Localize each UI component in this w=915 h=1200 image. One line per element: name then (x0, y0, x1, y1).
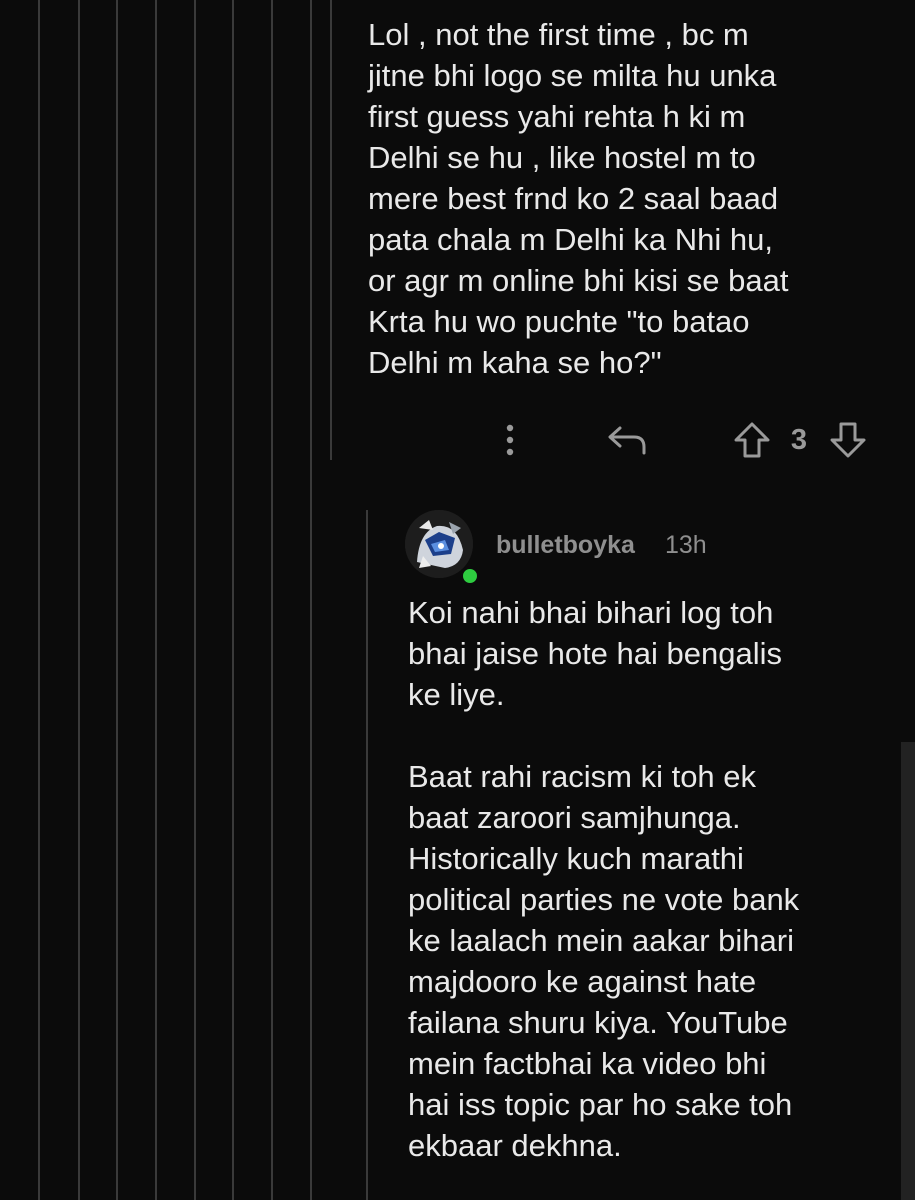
username[interactable]: bulletboyka (496, 531, 635, 560)
thread-line-3 (116, 0, 118, 1200)
reply-body: Koi nahi bhai bihari log toh bhai jaise … (408, 592, 888, 1166)
thread-line-4 (155, 0, 157, 1200)
upvote-button[interactable] (730, 415, 774, 465)
downvote-button[interactable] (826, 415, 870, 465)
thread-line-6 (232, 0, 234, 1200)
reply-paragraph: Koi nahi bhai bihari log toh bhai jaise … (408, 595, 782, 712)
thread-line-1 (38, 0, 40, 1200)
thread-line-5 (194, 0, 196, 1200)
more-options-button[interactable] (490, 415, 530, 465)
downvote-arrow-icon (830, 422, 866, 458)
thread-line-7 (271, 0, 273, 1200)
comment-body: Lol , not the first time , bc m jitne bh… (368, 17, 789, 380)
reply-arrow-icon (608, 426, 646, 455)
reply-thread-line[interactable] (366, 510, 368, 1200)
scroll-edge (901, 742, 915, 1200)
reply-header: bulletboyka 13h (405, 510, 885, 586)
online-status-dot (460, 566, 480, 586)
vertical-ellipsis-icon (506, 424, 514, 456)
comment-action-bar: 3 (490, 415, 890, 465)
upvote-arrow-icon (734, 422, 770, 458)
reply-paragraph: Baat rahi racism ki toh ek baat zaroori … (408, 759, 800, 1163)
timestamp: 13h (665, 531, 707, 559)
reply-button[interactable] (602, 415, 652, 465)
thread-line-2 (78, 0, 80, 1200)
vote-score: 3 (790, 423, 808, 456)
thread-line-9[interactable] (330, 0, 332, 460)
thread-line-8 (310, 0, 312, 1200)
